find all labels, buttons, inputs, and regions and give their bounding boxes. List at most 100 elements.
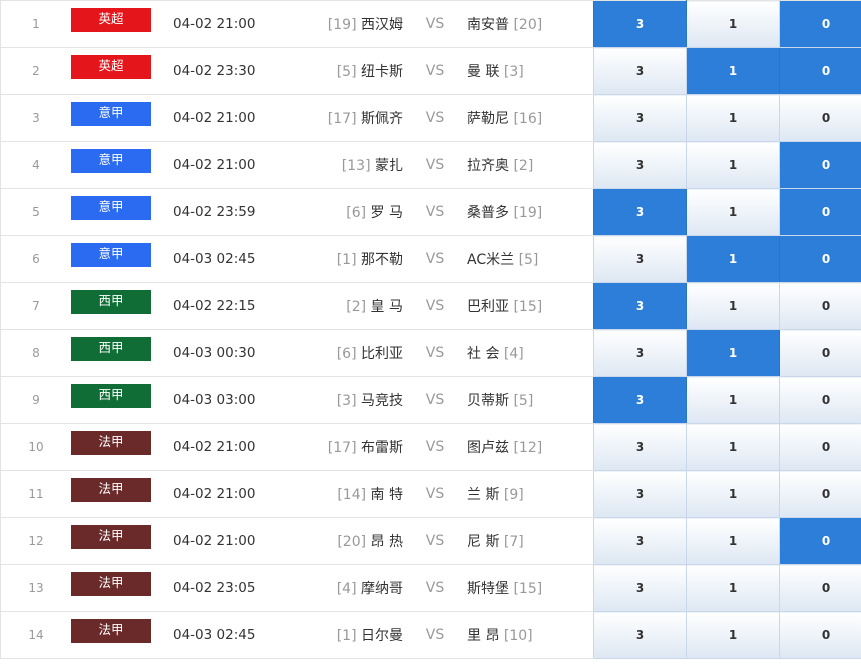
home-team-name[interactable]: 那不勒: [361, 252, 403, 268]
home-team-rank: [19]: [327, 17, 357, 33]
option-loss-button[interactable]: 0: [779, 611, 861, 659]
option-win-button[interactable]: 3: [593, 517, 687, 565]
match-time: 04-02 22:15: [157, 282, 287, 330]
home-team-name[interactable]: 西汉姆: [361, 17, 403, 33]
option-win-button[interactable]: 3: [593, 235, 687, 283]
option-win-button[interactable]: 3: [593, 423, 687, 471]
away-team-name[interactable]: 社 会: [467, 346, 499, 362]
away-team-name[interactable]: 巴利亚: [467, 299, 509, 315]
league-badge[interactable]: 西甲: [71, 289, 151, 314]
away-team-name[interactable]: 兰 斯: [467, 487, 499, 503]
home-team-name[interactable]: 比利亚: [361, 346, 403, 362]
home-team-name[interactable]: 布雷斯: [361, 440, 403, 456]
away-team-cell: 社 会 [4]: [467, 329, 594, 377]
option-loss-button[interactable]: 0: [779, 564, 861, 612]
away-team-name[interactable]: 拉齐奥: [467, 158, 509, 174]
option-loss-button[interactable]: 0: [779, 282, 861, 330]
option-draw-button[interactable]: 1: [686, 47, 780, 95]
option-loss-button[interactable]: 0: [779, 141, 861, 189]
away-team-name[interactable]: 萨勒尼: [467, 111, 509, 127]
option-draw-button[interactable]: 1: [686, 470, 780, 518]
option-loss-button[interactable]: 0: [779, 517, 861, 565]
option-draw-button[interactable]: 1: [686, 564, 780, 612]
home-team-name[interactable]: 南 特: [371, 487, 403, 503]
home-team-name[interactable]: 日尔曼: [361, 628, 403, 644]
option-loss-button[interactable]: 0: [779, 376, 861, 424]
option-draw-button[interactable]: 1: [686, 517, 780, 565]
away-team-rank: [19]: [513, 205, 543, 221]
away-team-name[interactable]: 曼 联: [467, 64, 499, 80]
match-time: 04-02 21:00: [157, 141, 287, 189]
option-win-button[interactable]: 3: [593, 0, 687, 48]
vs-label: VS: [403, 329, 467, 377]
away-team-name[interactable]: 南安普: [467, 17, 509, 33]
league-badge[interactable]: 英超: [71, 7, 151, 32]
option-win-button[interactable]: 3: [593, 611, 687, 659]
away-team-name[interactable]: 贝蒂斯: [467, 393, 509, 409]
home-team-cell: [19] 西汉姆: [287, 0, 403, 48]
home-team-name[interactable]: 斯佩齐: [361, 111, 403, 127]
league-badge[interactable]: 英超: [71, 54, 151, 79]
home-team-name[interactable]: 马竞技: [361, 393, 403, 409]
home-team-cell: [6] 比利亚: [287, 329, 403, 377]
league-badge[interactable]: 意甲: [71, 195, 151, 220]
option-loss-button[interactable]: 0: [779, 94, 861, 142]
league-badge[interactable]: 西甲: [71, 383, 151, 408]
option-draw-button[interactable]: 1: [686, 376, 780, 424]
option-loss-button[interactable]: 0: [779, 235, 861, 283]
home-team-rank: [17]: [327, 440, 357, 456]
option-win-button[interactable]: 3: [593, 329, 687, 377]
option-loss-button[interactable]: 0: [779, 47, 861, 95]
option-draw-button[interactable]: 1: [686, 141, 780, 189]
row-index: 1: [0, 0, 71, 48]
home-team-rank: [2]: [346, 299, 367, 315]
home-team-name[interactable]: 蒙扎: [375, 158, 403, 174]
option-loss-button[interactable]: 0: [779, 329, 861, 377]
away-team-name[interactable]: 图卢兹: [467, 440, 509, 456]
away-team-name[interactable]: 里 昂: [467, 628, 499, 644]
option-draw-button[interactable]: 1: [686, 188, 780, 236]
away-team-name[interactable]: 尼 斯: [467, 534, 499, 550]
option-win-button[interactable]: 3: [593, 188, 687, 236]
away-team-name[interactable]: 桑普多: [467, 205, 509, 221]
home-team-name[interactable]: 罗 马: [371, 205, 403, 221]
option-loss-button[interactable]: 0: [779, 470, 861, 518]
away-team-name[interactable]: AC米兰: [467, 252, 514, 268]
option-draw-button[interactable]: 1: [686, 0, 780, 48]
option-draw-button[interactable]: 1: [686, 235, 780, 283]
option-loss-button[interactable]: 0: [779, 188, 861, 236]
league-badge[interactable]: 法甲: [71, 430, 151, 455]
league-badge[interactable]: 法甲: [71, 571, 151, 596]
league-cell: 法甲: [71, 517, 157, 565]
option-win-button[interactable]: 3: [593, 376, 687, 424]
option-win-button[interactable]: 3: [593, 282, 687, 330]
option-win-button[interactable]: 3: [593, 47, 687, 95]
option-loss-button[interactable]: 0: [779, 423, 861, 471]
match-time: 04-02 23:59: [157, 188, 287, 236]
option-draw-button[interactable]: 1: [686, 282, 780, 330]
home-team-rank: [1]: [336, 252, 357, 268]
option-win-button[interactable]: 3: [593, 94, 687, 142]
option-draw-button[interactable]: 1: [686, 423, 780, 471]
league-badge[interactable]: 法甲: [71, 618, 151, 643]
option-win-button[interactable]: 3: [593, 141, 687, 189]
option-loss-button[interactable]: 0: [779, 0, 861, 48]
home-team-name[interactable]: 皇 马: [371, 299, 403, 315]
home-team-name[interactable]: 纽卡斯: [361, 64, 403, 80]
option-win-button[interactable]: 3: [593, 470, 687, 518]
option-win-button[interactable]: 3: [593, 564, 687, 612]
option-draw-button[interactable]: 1: [686, 329, 780, 377]
away-team-name[interactable]: 斯特堡: [467, 581, 509, 597]
league-badge[interactable]: 西甲: [71, 336, 151, 361]
away-team-cell: 桑普多 [19]: [467, 188, 594, 236]
league-badge[interactable]: 法甲: [71, 524, 151, 549]
league-badge[interactable]: 意甲: [71, 101, 151, 126]
home-team-name[interactable]: 昂 热: [371, 534, 403, 550]
league-badge[interactable]: 意甲: [71, 148, 151, 173]
league-badge[interactable]: 法甲: [71, 477, 151, 502]
option-draw-button[interactable]: 1: [686, 611, 780, 659]
league-cell: 意甲: [71, 94, 157, 142]
league-badge[interactable]: 意甲: [71, 242, 151, 267]
home-team-name[interactable]: 摩纳哥: [361, 581, 403, 597]
option-draw-button[interactable]: 1: [686, 94, 780, 142]
